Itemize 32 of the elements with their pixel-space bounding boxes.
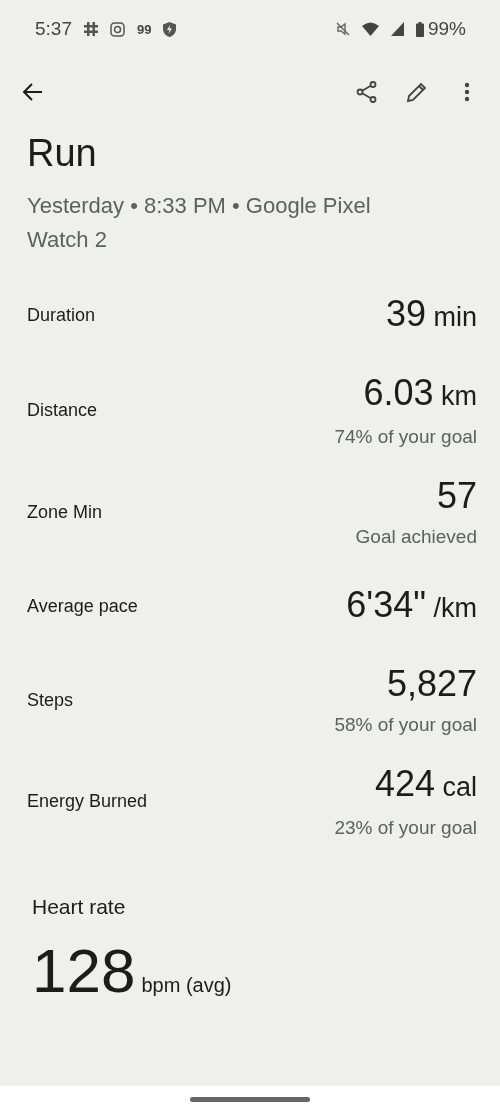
stat-label: Duration	[27, 304, 96, 326]
goal-note: Goal achieved	[355, 526, 477, 548]
goal-note: 74% of your goal	[334, 426, 477, 448]
activity-title: Run	[27, 132, 98, 175]
notification-count: 99	[137, 21, 152, 37]
goal-note: 58% of your goal	[334, 714, 477, 736]
more-icon	[464, 81, 470, 103]
stat-label: Average pace	[27, 595, 138, 617]
heart-rate-unit: bpm (avg)	[141, 974, 232, 997]
signal-icon	[390, 22, 404, 36]
battery-icon	[415, 21, 424, 37]
activity-subtitle: Yesterday • 8:33 PM • Google Pixel Watch 2	[27, 192, 372, 254]
stat-value: 57	[436, 476, 477, 516]
status-time: 5:37	[35, 18, 72, 40]
stat-value: 6'34" /km	[346, 584, 477, 627]
goal-note: 23% of your goal	[334, 817, 477, 839]
battery-percent: 99%	[427, 18, 466, 40]
stat-value: 5,827	[386, 664, 477, 704]
section-title: Heart rate	[32, 895, 127, 919]
stat-label: Zone Min	[27, 501, 103, 523]
wifi-icon	[361, 22, 379, 36]
gesture-handle[interactable]	[190, 1097, 310, 1102]
stat-label: Steps	[27, 689, 74, 711]
stat-value: 6.03 km	[363, 373, 477, 415]
mute-icon	[335, 22, 350, 36]
stat-value: 424 cal	[374, 764, 477, 806]
stat-value: 39 min	[385, 293, 477, 336]
shield-icon	[163, 21, 177, 37]
stat-label: Distance	[27, 400, 98, 421]
heart-rate-value: 128	[32, 935, 136, 1006]
stat-label: Energy Burned	[27, 791, 148, 812]
camera-icon	[110, 21, 125, 37]
